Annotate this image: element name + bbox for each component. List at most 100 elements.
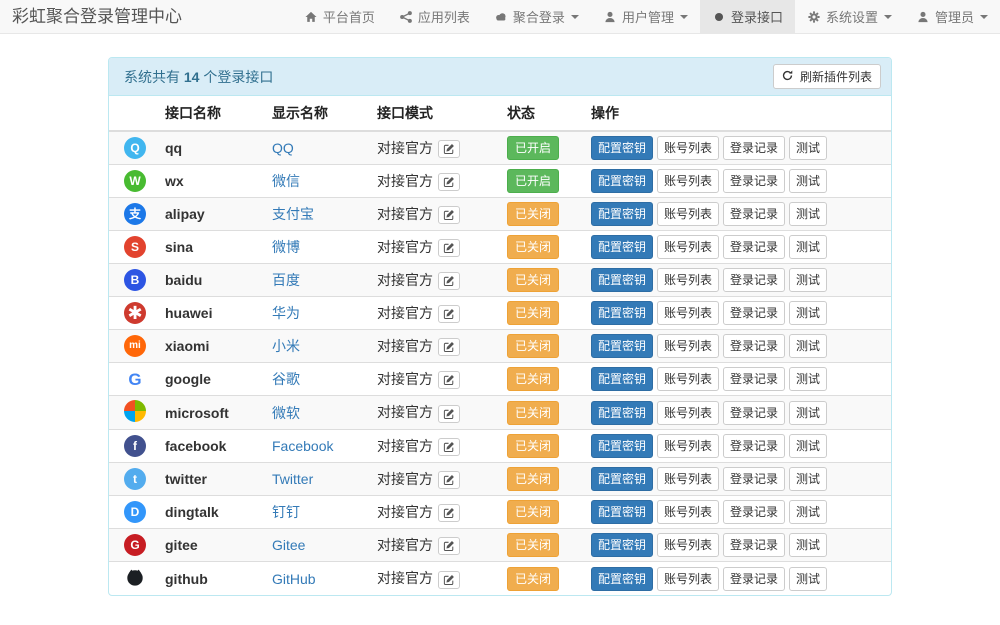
status-badge[interactable]: 已关闭 (507, 434, 559, 458)
action-button-1[interactable]: 配置密钥 (591, 202, 653, 226)
action-button-2[interactable]: 账号列表 (657, 136, 719, 160)
action-button-2[interactable]: 账号列表 (657, 567, 719, 591)
action-button-1[interactable]: 配置密钥 (591, 268, 653, 292)
action-button-2[interactable]: 账号列表 (657, 533, 719, 557)
action-button-4[interactable]: 测试 (789, 136, 827, 160)
action-button-3[interactable]: 登录记录 (723, 500, 785, 524)
action-button-2[interactable]: 账号列表 (657, 467, 719, 491)
action-button-3[interactable]: 登录记录 (723, 169, 785, 193)
display-name-link[interactable]: 华为 (272, 305, 300, 321)
display-name-link[interactable]: Gitee (272, 537, 305, 553)
nav-item-用户管理[interactable]: 用户管理 (591, 0, 700, 33)
nav-item-系统设置[interactable]: 系统设置 (795, 0, 904, 33)
display-name-link[interactable]: 钉钉 (272, 504, 300, 520)
status-badge[interactable]: 已关闭 (507, 235, 559, 259)
action-button-4[interactable]: 测试 (789, 500, 827, 524)
edit-mode-button[interactable] (438, 173, 460, 191)
nav-item-聚合登录[interactable]: 聚合登录 (482, 0, 591, 33)
status-badge[interactable]: 已关闭 (507, 567, 559, 591)
status-badge[interactable]: 已关闭 (507, 367, 559, 391)
edit-mode-button[interactable] (438, 571, 460, 589)
action-button-1[interactable]: 配置密钥 (591, 567, 653, 591)
display-name-link[interactable]: 微信 (272, 173, 300, 189)
action-button-3[interactable]: 登录记录 (723, 434, 785, 458)
display-name-link[interactable]: 支付宝 (272, 206, 314, 222)
edit-mode-button[interactable] (438, 504, 460, 522)
display-name-link[interactable]: QQ (272, 140, 294, 156)
display-name-link[interactable]: Facebook (272, 438, 333, 454)
action-button-2[interactable]: 账号列表 (657, 334, 719, 358)
action-button-3[interactable]: 登录记录 (723, 268, 785, 292)
action-button-4[interactable]: 测试 (789, 401, 827, 425)
status-badge[interactable]: 已关闭 (507, 467, 559, 491)
display-name-link[interactable]: 微软 (272, 405, 300, 421)
display-name-link[interactable]: 谷歌 (272, 371, 300, 387)
status-badge[interactable]: 已关闭 (507, 301, 559, 325)
action-button-4[interactable]: 测试 (789, 268, 827, 292)
action-button-4[interactable]: 测试 (789, 334, 827, 358)
edit-mode-button[interactable] (438, 338, 460, 356)
action-button-4[interactable]: 测试 (789, 169, 827, 193)
action-button-2[interactable]: 账号列表 (657, 235, 719, 259)
action-button-4[interactable]: 测试 (789, 434, 827, 458)
action-button-2[interactable]: 账号列表 (657, 367, 719, 391)
edit-mode-button[interactable] (438, 140, 460, 158)
action-button-2[interactable]: 账号列表 (657, 434, 719, 458)
status-badge[interactable]: 已关闭 (507, 401, 559, 425)
edit-mode-button[interactable] (438, 405, 460, 423)
action-button-3[interactable]: 登录记录 (723, 401, 785, 425)
status-badge[interactable]: 已关闭 (507, 268, 559, 292)
display-name-link[interactable]: 百度 (272, 272, 300, 288)
action-button-4[interactable]: 测试 (789, 367, 827, 391)
display-name-link[interactable]: 小米 (272, 338, 300, 354)
nav-item-平台首页[interactable]: 平台首页 (292, 0, 387, 33)
action-button-4[interactable]: 测试 (789, 533, 827, 557)
edit-mode-button[interactable] (438, 471, 460, 489)
status-badge[interactable]: 已关闭 (507, 202, 559, 226)
display-name-link[interactable]: GitHub (272, 571, 316, 587)
edit-mode-button[interactable] (438, 371, 460, 389)
action-button-2[interactable]: 账号列表 (657, 169, 719, 193)
action-button-3[interactable]: 登录记录 (723, 533, 785, 557)
action-button-2[interactable]: 账号列表 (657, 500, 719, 524)
action-button-4[interactable]: 测试 (789, 235, 827, 259)
action-button-2[interactable]: 账号列表 (657, 401, 719, 425)
action-button-3[interactable]: 登录记录 (723, 467, 785, 491)
action-button-3[interactable]: 登录记录 (723, 136, 785, 160)
action-button-1[interactable]: 配置密钥 (591, 434, 653, 458)
action-button-3[interactable]: 登录记录 (723, 301, 785, 325)
action-button-4[interactable]: 测试 (789, 467, 827, 491)
status-badge[interactable]: 已关闭 (507, 533, 559, 557)
edit-mode-button[interactable] (438, 272, 460, 290)
edit-mode-button[interactable] (438, 206, 460, 224)
action-button-2[interactable]: 账号列表 (657, 202, 719, 226)
display-name-link[interactable]: Twitter (272, 471, 313, 487)
action-button-4[interactable]: 测试 (789, 567, 827, 591)
action-button-2[interactable]: 账号列表 (657, 301, 719, 325)
action-button-3[interactable]: 登录记录 (723, 202, 785, 226)
edit-mode-button[interactable] (438, 537, 460, 555)
edit-mode-button[interactable] (438, 305, 460, 323)
status-badge[interactable]: 已开启 (507, 169, 559, 193)
action-button-1[interactable]: 配置密钥 (591, 533, 653, 557)
refresh-plugins-button[interactable]: 刷新插件列表 (773, 64, 881, 89)
action-button-3[interactable]: 登录记录 (723, 235, 785, 259)
status-badge[interactable]: 已开启 (507, 136, 559, 160)
nav-item-应用列表[interactable]: 应用列表 (387, 0, 482, 33)
nav-item-管理员[interactable]: 管理员 (904, 0, 1000, 33)
edit-mode-button[interactable] (438, 239, 460, 257)
action-button-1[interactable]: 配置密钥 (591, 169, 653, 193)
action-button-1[interactable]: 配置密钥 (591, 301, 653, 325)
action-button-1[interactable]: 配置密钥 (591, 367, 653, 391)
action-button-1[interactable]: 配置密钥 (591, 467, 653, 491)
edit-mode-button[interactable] (438, 438, 460, 456)
action-button-3[interactable]: 登录记录 (723, 367, 785, 391)
display-name-link[interactable]: 微博 (272, 239, 300, 255)
status-badge[interactable]: 已关闭 (507, 500, 559, 524)
action-button-4[interactable]: 测试 (789, 202, 827, 226)
action-button-3[interactable]: 登录记录 (723, 334, 785, 358)
action-button-2[interactable]: 账号列表 (657, 268, 719, 292)
action-button-1[interactable]: 配置密钥 (591, 334, 653, 358)
nav-item-登录接口[interactable]: 登录接口 (700, 0, 795, 33)
action-button-3[interactable]: 登录记录 (723, 567, 785, 591)
